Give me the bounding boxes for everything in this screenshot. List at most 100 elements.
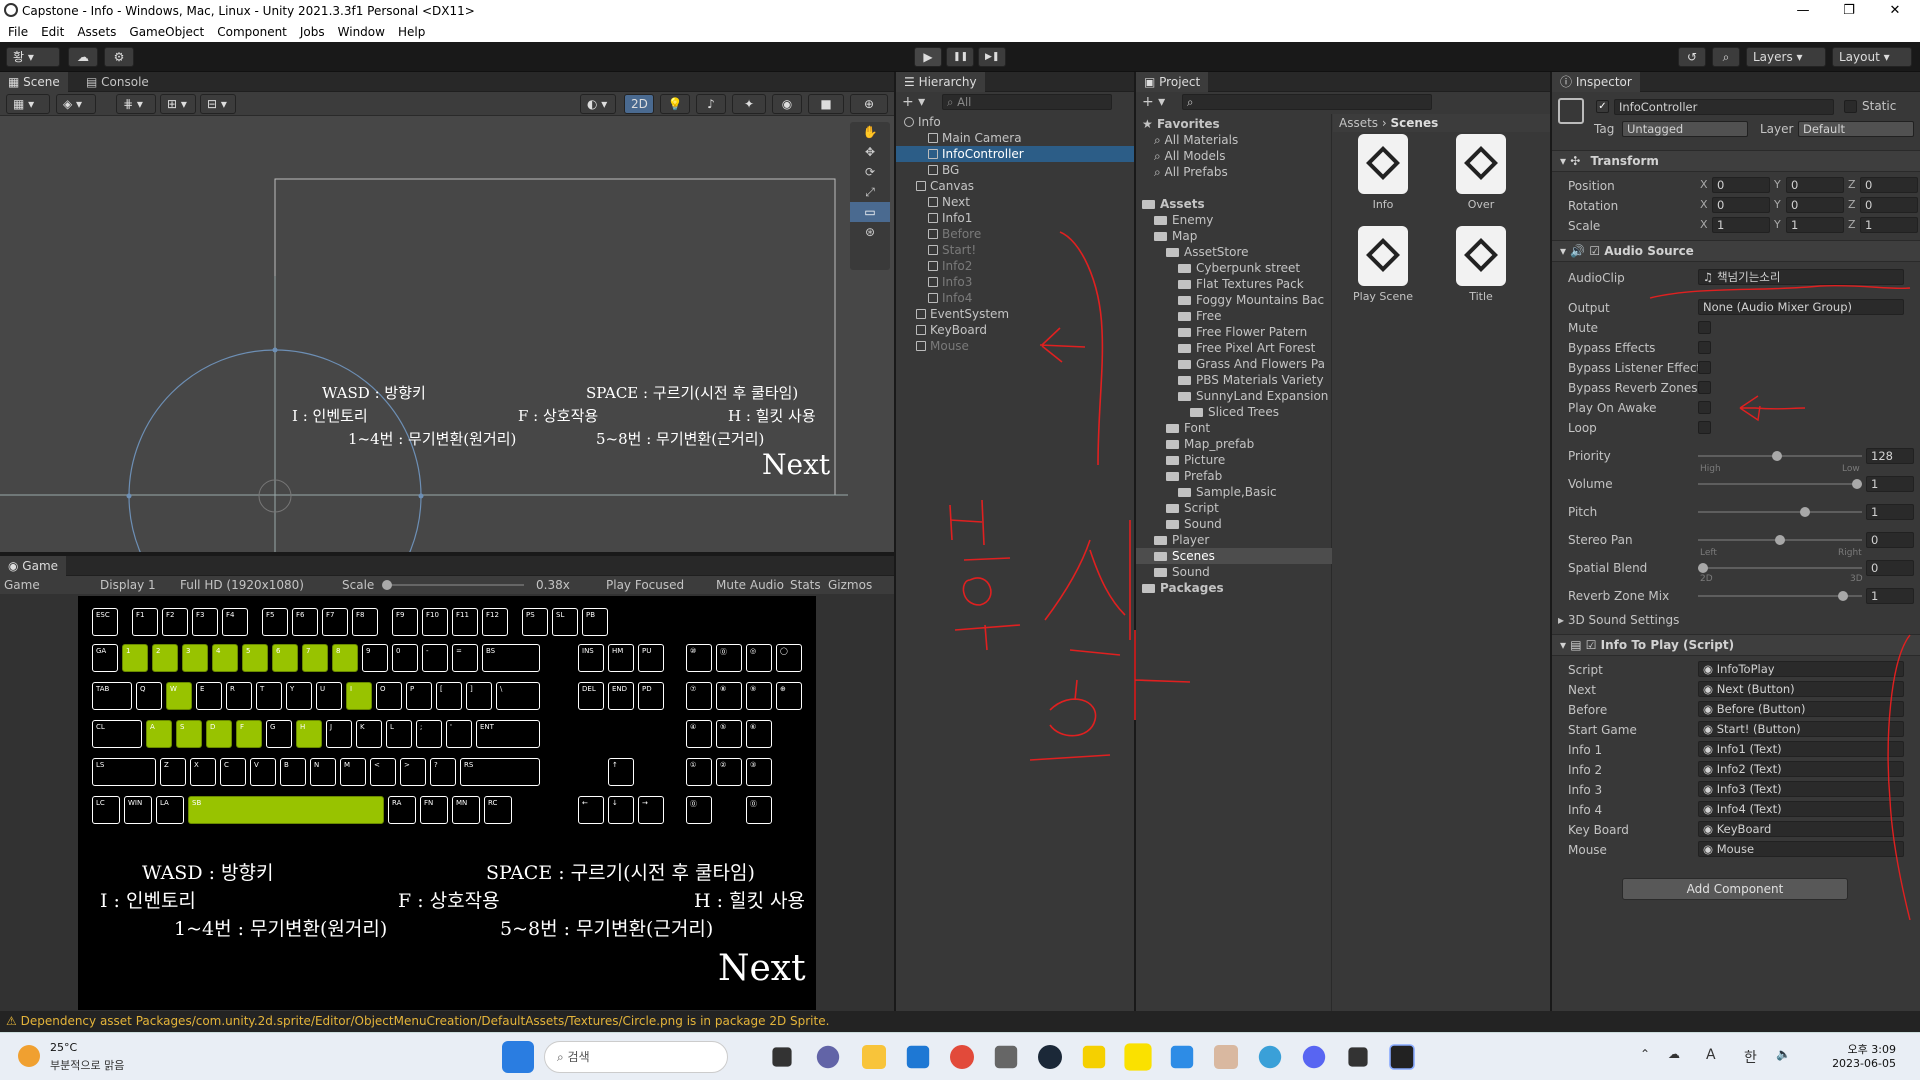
minimize-button[interactable]: — bbox=[1780, 0, 1826, 22]
transform-rotation-y-field[interactable]: 0 bbox=[1786, 197, 1844, 213]
project-tree-item[interactable] bbox=[1136, 180, 1332, 196]
hierarchy-item[interactable]: BG bbox=[896, 162, 1134, 178]
sticky-notes-icon[interactable] bbox=[1082, 1045, 1106, 1069]
lighting-icon[interactable]: 💡 bbox=[660, 94, 690, 114]
tray-up-arrow-icon[interactable]: ⌃ bbox=[1640, 1047, 1650, 1061]
teams-icon[interactable] bbox=[816, 1045, 840, 1069]
pause-button[interactable]: ❚❚ bbox=[946, 47, 974, 67]
discord-icon[interactable] bbox=[1302, 1045, 1326, 1069]
tag-dropdown[interactable]: Untagged bbox=[1622, 121, 1748, 137]
menu-component[interactable]: Component bbox=[217, 25, 287, 39]
transform-scale-x-field[interactable]: 1 bbox=[1712, 217, 1770, 233]
increment-snap-button[interactable]: ⊞ ▾ bbox=[160, 94, 196, 114]
search-icon[interactable]: ⌕ bbox=[1712, 47, 1740, 67]
gizmo-icon[interactable]: ⊕ bbox=[850, 94, 888, 114]
align-button[interactable]: ⊟ ▾ bbox=[200, 94, 236, 114]
hand-tool-icon[interactable]: ✋ bbox=[850, 122, 890, 142]
layers-dropdown[interactable]: Layers ▾ bbox=[1746, 47, 1826, 67]
tab-project[interactable]: ▣ Project bbox=[1136, 72, 1209, 92]
create-asset-button[interactable]: + ▾ bbox=[1142, 94, 1165, 110]
scene-asset[interactable]: Play Scene bbox=[1343, 226, 1423, 312]
calculator-icon[interactable] bbox=[994, 1045, 1018, 1069]
account-button[interactable]: 황 ▾ bbox=[6, 47, 60, 67]
history-icon[interactable]: ↺ bbox=[1678, 47, 1706, 67]
hierarchy-item[interactable]: Canvas bbox=[896, 178, 1134, 194]
scene-asset[interactable]: Over bbox=[1441, 134, 1521, 220]
active-checkbox[interactable]: ✓ bbox=[1596, 100, 1609, 113]
hierarchy-item[interactable]: Info bbox=[896, 114, 1134, 130]
collab-icon[interactable]: ⚙ bbox=[104, 47, 134, 67]
steam-icon[interactable] bbox=[1038, 1045, 1062, 1069]
transform-position-y-field[interactable]: 0 bbox=[1786, 177, 1844, 193]
transform-position-x-field[interactable]: 0 bbox=[1712, 177, 1770, 193]
unity-hub-icon[interactable] bbox=[1348, 1047, 1368, 1067]
hierarchy-item[interactable]: Main Camera bbox=[896, 130, 1134, 146]
draw-mode-button[interactable]: ▦ ▾ bbox=[6, 94, 50, 114]
move-tool-icon[interactable]: ✥ bbox=[850, 142, 890, 162]
camera-icon[interactable]: ■ bbox=[808, 94, 844, 114]
game-mode-dropdown[interactable]: Game bbox=[4, 576, 40, 594]
menu-window[interactable]: Window bbox=[338, 25, 385, 39]
rect-tool-icon[interactable]: ▭ bbox=[850, 202, 890, 222]
transform-rotation-x-field[interactable]: 0 bbox=[1712, 197, 1770, 213]
static-checkbox[interactable] bbox=[1844, 100, 1857, 113]
hierarchy-item[interactable]: InfoController bbox=[896, 146, 1134, 162]
mail-icon[interactable] bbox=[906, 1045, 930, 1069]
tab-game[interactable]: ◉ Game bbox=[0, 556, 67, 576]
shading-button[interactable]: ◐ ▾ bbox=[580, 94, 616, 114]
project-tree-item[interactable]: ⌕ All Prefabs bbox=[1136, 164, 1332, 180]
layout-dropdown[interactable]: Layout ▾ bbox=[1832, 47, 1912, 67]
menu-gameobject[interactable]: GameObject bbox=[129, 25, 204, 39]
start-icon[interactable] bbox=[502, 1041, 534, 1073]
transform-header[interactable]: ▾ ✣ Transform bbox=[1552, 150, 1920, 172]
menu-help[interactable]: Help bbox=[398, 25, 425, 39]
transform-position-z-field[interactable]: 0 bbox=[1860, 177, 1918, 193]
app-icon[interactable] bbox=[1170, 1045, 1194, 1069]
layer-dropdown[interactable]: Default bbox=[1798, 121, 1914, 137]
project-tree-item[interactable]: Assets bbox=[1136, 196, 1332, 212]
breadcrumb-scenes[interactable]: Scenes bbox=[1391, 116, 1439, 130]
transform-scale-z-field[interactable]: 1 bbox=[1860, 217, 1918, 233]
weather-temp[interactable]: 25°C bbox=[50, 1041, 77, 1054]
transform-tool-icon[interactable]: ⊛ bbox=[850, 222, 890, 242]
audio-source-header[interactable]: ▾ 🔊 ☑ Audio Source bbox=[1552, 240, 1920, 262]
weather-desc[interactable]: 부분적으로 맑음 bbox=[50, 1057, 124, 1073]
unity-editor-icon[interactable] bbox=[1389, 1044, 1415, 1070]
maximize-button[interactable]: ❐ bbox=[1826, 0, 1872, 22]
mode-2d-button[interactable]: 2D bbox=[624, 94, 654, 114]
effects-icon[interactable]: ✦ bbox=[732, 94, 766, 114]
breadcrumb-assets[interactable]: Assets bbox=[1339, 116, 1378, 130]
menu-edit[interactable]: Edit bbox=[41, 25, 64, 39]
tab-inspector[interactable]: ⓘ Inspector bbox=[1552, 72, 1640, 92]
project-search[interactable]: ⌕ bbox=[1182, 94, 1432, 110]
ime-hangul[interactable]: 한 bbox=[1744, 1047, 1757, 1067]
scale-tool-icon[interactable]: ⤢ bbox=[850, 182, 890, 202]
project-tree-item[interactable]: ⌕ All Materials bbox=[1136, 132, 1332, 148]
tab-console[interactable]: ▤ Console bbox=[78, 72, 157, 92]
scene-asset[interactable]: Info bbox=[1343, 134, 1423, 220]
game-view[interactable]: ESC F1 F2 F3 F4 F5 F6 F7 F8 F9 F10 F11 F12 PS SL PB GA 1 2… bbox=[78, 596, 816, 1010]
object-name-field[interactable]: InfoController bbox=[1614, 99, 1834, 115]
menu-file[interactable]: File bbox=[8, 25, 28, 39]
play-focused-dropdown[interactable]: Play Focused bbox=[606, 576, 684, 594]
transform-scale-y-field[interactable]: 1 bbox=[1786, 217, 1844, 233]
game-app-icon[interactable] bbox=[1214, 1045, 1238, 1069]
stats-toggle[interactable]: Stats bbox=[790, 576, 821, 594]
ime-lang[interactable]: A bbox=[1706, 1047, 1716, 1063]
task-view-icon[interactable] bbox=[772, 1047, 792, 1067]
clock-date[interactable]: 2023-06-05 bbox=[1826, 1057, 1896, 1070]
add-object-button[interactable]: + ▾ bbox=[902, 94, 925, 110]
scene-asset[interactable]: Title bbox=[1441, 226, 1521, 312]
tab-scene[interactable]: ▦ Scene bbox=[0, 72, 68, 92]
tab-hierarchy[interactable]: ☰ Hierarchy bbox=[896, 72, 985, 92]
play-button[interactable]: ▶ bbox=[914, 47, 942, 67]
transform-rotation-z-field[interactable]: 0 bbox=[1860, 197, 1918, 213]
grid-snap-button[interactable]: ⋕ ▾ bbox=[116, 94, 156, 114]
gizmos-dropdown[interactable]: Gizmos bbox=[828, 576, 872, 594]
step-button[interactable]: ▶❚ bbox=[978, 47, 1006, 67]
cloud-tray-icon[interactable]: ☁ bbox=[1668, 1047, 1680, 1061]
close-button[interactable]: ✕ bbox=[1872, 0, 1918, 22]
resolution-dropdown[interactable]: Full HD (1920x1080) bbox=[180, 576, 304, 594]
rotate-tool-icon[interactable]: ⟳ bbox=[850, 162, 890, 182]
menu-jobs[interactable]: Jobs bbox=[300, 25, 325, 39]
